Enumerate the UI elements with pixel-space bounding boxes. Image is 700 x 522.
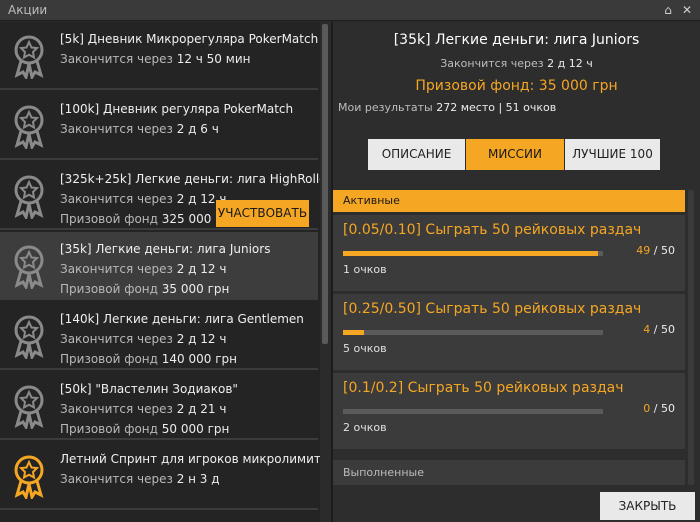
promotion-item[interactable]: [5k] Дневник Микрорегуляра PokerMatch За… <box>0 22 318 90</box>
detail-ends: Закончится через 2 д 12 ч <box>440 57 593 70</box>
tab-top-100[interactable]: ЛУЧШИЕ 100 <box>565 139 660 170</box>
promotion-name: Летний Спринт для игроков микролимитов <box>60 452 320 466</box>
promotion-name: [35k] Легкие деньги: лига Juniors <box>60 242 271 256</box>
list-scrollbar[interactable] <box>322 24 328 344</box>
promotion-item[interactable]: [325k+25k] Легкие деньги: лига HighRolle… <box>0 162 320 230</box>
my-results: Мои результаты 272 место | 51 очков <box>338 101 557 114</box>
close-icon[interactable]: ✕ <box>680 2 694 18</box>
detail-prize: Призовой фонд: 35 000 грн <box>415 78 618 94</box>
home-icon[interactable]: ⌂ <box>661 2 675 18</box>
mission-title: [0.05/0.10] Сыграть 50 рейковых раздач <box>343 222 642 238</box>
detail-title: [35k] Легкие деньги: лига Juniors <box>393 32 640 48</box>
promotion-name: [325k+25k] Легкие деньги: лига HighRolle… <box>60 172 320 186</box>
tab-missions[interactable]: МИССИИ <box>466 139 564 170</box>
mission-card: [0.1/0.2] Сыграть 50 рейковых раздач 0 /… <box>333 373 685 449</box>
mission-progress-text: 4 / 50 <box>643 323 675 336</box>
mission-progress-bar <box>343 409 603 414</box>
promotion-ends: Закончится через 12 ч 50 мин <box>60 52 251 66</box>
award-badge-icon <box>14 35 44 79</box>
mission-title: [0.1/0.2] Сыграть 50 рейковых раздач <box>343 380 624 396</box>
promotion-prize: Призовой фонд 325 000 грн <box>60 212 237 226</box>
award-badge-icon <box>14 385 44 429</box>
missions-list: Активные [0.05/0.10] Сыграть 50 рейковых… <box>333 190 685 485</box>
promotion-item[interactable]: [50k] "Властелин Зодиаков" Закончится че… <box>0 372 318 440</box>
promotion-prize: Призовой фонд 35 000 грн <box>60 282 230 296</box>
missions-scrollbar[interactable] <box>688 190 694 485</box>
promotion-ends: Закончится через 2 д 12 ч <box>60 332 227 346</box>
promotion-ends: Закончится через 2 д 12 ч <box>60 262 227 276</box>
mission-card: [0.05/0.10] Сыграть 50 рейковых раздач 4… <box>333 215 685 291</box>
award-badge-icon <box>14 245 44 289</box>
promotion-item[interactable]: Летний Спринт для игроков микролимитов З… <box>0 442 320 510</box>
promotion-name: [140k] Легкие деньги: лига Gentlemen <box>60 312 304 326</box>
award-badge-icon <box>14 315 44 359</box>
join-button[interactable]: УЧАСТВОВАТЬ <box>216 200 309 227</box>
promotion-prize: Призовой фонд 140 000 грн <box>60 352 237 366</box>
window-title: Акции <box>8 3 48 17</box>
completed-missions-header[interactable]: Выполненные <box>333 460 685 485</box>
active-missions-header: Активные <box>333 190 685 212</box>
promotion-name: [50k] "Властелин Зодиаков" <box>60 382 238 396</box>
gold-award-badge-icon <box>14 455 44 499</box>
mission-progress-text: 49 / 50 <box>636 244 675 257</box>
mission-points: 2 очков <box>343 421 387 434</box>
promotion-prize: Призовой фонд 50 000 грн <box>60 422 230 436</box>
promotion-name: [5k] Дневник Микрорегуляра PokerMatch <box>60 32 319 46</box>
promotion-ends: Закончится через 2 д 12 ч <box>60 192 227 206</box>
mission-progress-text: 0 / 50 <box>643 402 675 415</box>
promotion-item[interactable]: [140k] Легкие деньги: лига Gentlemen Зак… <box>0 302 318 370</box>
tab-description[interactable]: ОПИСАНИЕ <box>368 139 465 170</box>
mission-progress-bar <box>343 330 603 335</box>
promotions-list: [5k] Дневник Микрорегуляра PokerMatch За… <box>0 22 320 522</box>
mission-points: 1 очков <box>343 263 387 276</box>
promotion-name: [100k] Дневник регуляра PokerMatch <box>60 102 294 116</box>
award-badge-icon <box>14 105 44 149</box>
promotion-detail: [35k] Легкие деньги: лига Juniors Законч… <box>333 22 700 522</box>
promotion-ends: Закончится через 2 н 3 д <box>60 472 220 486</box>
promotion-ends: Закончится через 2 д 21 ч <box>60 402 227 416</box>
title-bar: Акции ⌂ ✕ <box>0 0 700 21</box>
award-badge-icon <box>14 175 44 219</box>
mission-progress-bar <box>343 251 603 256</box>
promotion-ends: Закончится через 2 д 6 ч <box>60 122 219 136</box>
mission-points: 5 очков <box>343 342 387 355</box>
mission-title: [0.25/0.50] Сыграть 50 рейковых раздач <box>343 301 642 317</box>
close-button[interactable]: ЗАКРЫТЬ <box>600 492 695 520</box>
promotion-item-selected[interactable]: [35k] Легкие деньги: лига Juniors Законч… <box>0 232 318 300</box>
mission-card: [0.25/0.50] Сыграть 50 рейковых раздач 4… <box>333 294 685 370</box>
promotion-item[interactable]: [100k] Дневник регуляра PokerMatch Закон… <box>0 92 318 160</box>
